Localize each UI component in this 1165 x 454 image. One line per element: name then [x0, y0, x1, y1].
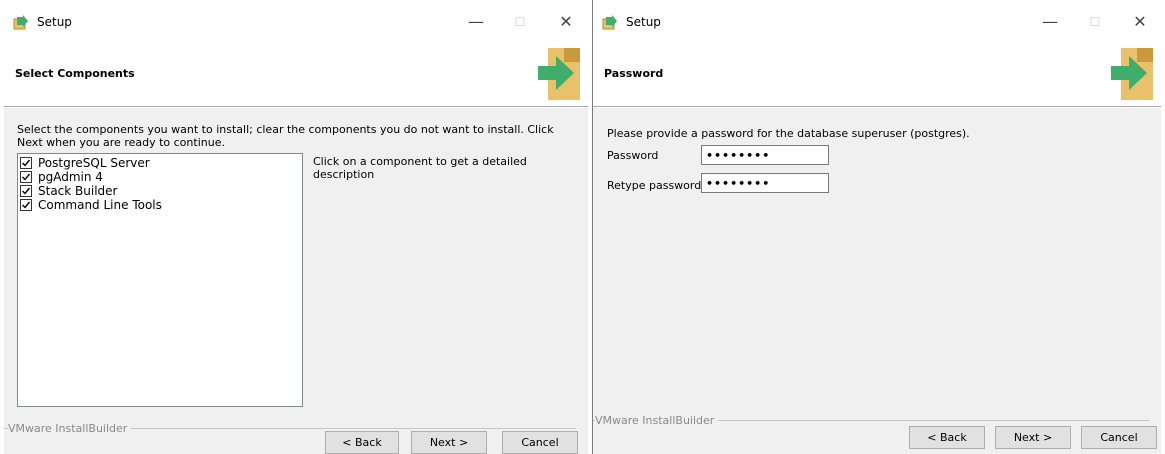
- wizard-header: Select Components: [4, 38, 588, 107]
- window-title: Setup: [37, 15, 72, 29]
- setup-app-icon: [13, 15, 28, 30]
- title-bar: Setup — ☐ ✕: [593, 4, 1161, 38]
- window-title: Setup: [626, 15, 661, 29]
- page-title: Select Components: [15, 67, 135, 80]
- minimize-button[interactable]: —: [1028, 8, 1072, 36]
- maximize-button[interactable]: ☐: [498, 8, 542, 36]
- password-input[interactable]: [701, 145, 829, 165]
- component-label: PostgreSQL Server: [38, 156, 150, 170]
- install-box-icon: [1111, 48, 1153, 100]
- branding-separator: VMware InstallBuilder: [593, 414, 1149, 427]
- title-bar: Setup — ☐ ✕: [4, 4, 588, 38]
- back-button[interactable]: < Back: [909, 426, 985, 449]
- component-checkbox[interactable]: [20, 185, 32, 197]
- install-box-icon: [538, 48, 580, 100]
- wizard-body: Select the components you want to instal…: [4, 108, 588, 454]
- component-label: pgAdmin 4: [38, 170, 103, 184]
- component-item[interactable]: pgAdmin 4: [20, 170, 300, 184]
- close-button[interactable]: ✕: [1118, 8, 1162, 36]
- select-components-window: Setup — ☐ ✕ Select Components Select the…: [4, 0, 588, 454]
- checkmark-icon: [22, 173, 31, 181]
- component-checkbox[interactable]: [20, 171, 32, 183]
- component-item[interactable]: PostgreSQL Server: [20, 156, 300, 170]
- retype-password-label: Retype password: [607, 179, 702, 192]
- next-button[interactable]: Next >: [995, 426, 1071, 449]
- branding-label: VMware InstallBuilder: [595, 414, 719, 427]
- instruction-text: Select the components you want to instal…: [17, 123, 554, 149]
- component-checkbox[interactable]: [20, 199, 32, 211]
- cancel-button[interactable]: Cancel: [502, 431, 578, 454]
- wizard-body: Please provide a password for the databa…: [593, 108, 1161, 454]
- wizard-header: Password: [593, 38, 1161, 107]
- component-item[interactable]: Stack Builder: [20, 184, 300, 198]
- password-label: Password: [607, 149, 659, 162]
- next-button[interactable]: Next >: [411, 431, 487, 454]
- branding-separator: VMware InstallBuilder: [4, 422, 576, 435]
- retype-password-input[interactable]: [701, 173, 829, 193]
- password-prompt: Please provide a password for the databa…: [607, 127, 970, 140]
- component-label: Command Line Tools: [38, 198, 162, 212]
- checkmark-icon: [22, 159, 31, 167]
- back-button[interactable]: < Back: [325, 431, 399, 454]
- setup-app-icon: [602, 15, 617, 30]
- checkmark-icon: [22, 187, 31, 195]
- component-item[interactable]: Command Line Tools: [20, 198, 300, 212]
- component-checkbox[interactable]: [20, 157, 32, 169]
- component-label: Stack Builder: [38, 184, 118, 198]
- page-title: Password: [604, 67, 664, 80]
- component-list[interactable]: PostgreSQL Server pgAdmin 4 Stack Builder C…: [17, 153, 303, 407]
- branding-label: VMware InstallBuilder: [8, 422, 132, 435]
- password-window: Setup — ☐ ✕ Password Please provide a pa…: [592, 0, 1161, 454]
- component-description: Click on a component to get a detailed d…: [313, 155, 527, 181]
- minimize-button[interactable]: —: [454, 8, 498, 36]
- cancel-button[interactable]: Cancel: [1081, 426, 1157, 449]
- maximize-button[interactable]: ☐: [1073, 8, 1117, 36]
- close-button[interactable]: ✕: [544, 8, 588, 36]
- checkmark-icon: [22, 201, 31, 209]
